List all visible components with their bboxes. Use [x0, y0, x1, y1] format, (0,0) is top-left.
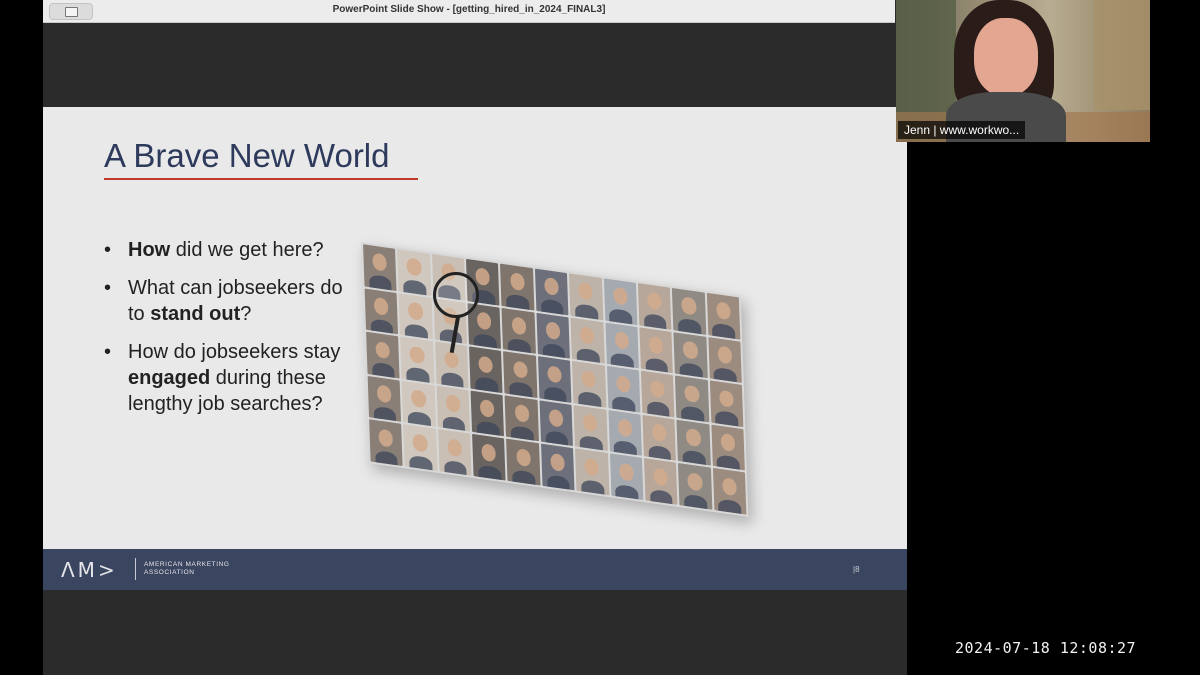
face-tile [642, 414, 677, 462]
faces-collage-image [361, 242, 749, 517]
face-tile [472, 434, 506, 481]
face-tile [437, 429, 472, 476]
window-title: PowerPoint Slide Show - [getting_hired_i… [332, 4, 606, 15]
bullet-item: • How did we get here? [104, 239, 324, 261]
face-tile [506, 439, 541, 486]
magnifying-glass-icon [433, 272, 479, 318]
slide-title: A Brave New World [104, 137, 390, 174]
face-tile [536, 312, 571, 359]
slide-footer: ΛM> AMERICAN MARKETING ASSOCIATION |8 [43, 549, 907, 590]
face-tile [539, 400, 574, 447]
slide-page-number: |8 [853, 565, 860, 574]
face-tile [672, 287, 706, 335]
logo-divider [135, 558, 136, 580]
face-tile [537, 356, 572, 403]
face-tile [708, 336, 742, 384]
participant-name-label: Jenn | www.workwo... [898, 121, 1026, 139]
face-tile [534, 268, 569, 315]
face-tile [500, 263, 535, 311]
face-tile [604, 322, 639, 369]
face-tile [436, 385, 471, 432]
face-tile [397, 249, 432, 296]
face-tile [572, 361, 606, 408]
face-tile [608, 409, 642, 457]
face-tile [609, 453, 644, 501]
bullet-item: • What can jobseekers do to stand out? [104, 277, 343, 325]
face-tile [470, 390, 505, 437]
letterbox-bottom [43, 590, 907, 675]
face-tile [573, 404, 608, 452]
face-tile [709, 380, 744, 427]
participant-face [974, 18, 1038, 96]
slideshow-window: PowerPoint Slide Show - [getting_hired_i… [43, 0, 907, 675]
window-titlebar[interactable]: PowerPoint Slide Show - [getting_hired_i… [43, 0, 895, 23]
title-underline [104, 178, 418, 180]
face-tile [503, 351, 538, 398]
slide[interactable]: A Brave New World • How did we get here? … [43, 107, 907, 549]
face-tile [363, 244, 397, 291]
letterbox-top [43, 23, 907, 107]
bullet-list: • How did we get here? • What can jobseeke… [104, 237, 354, 429]
face-tile [706, 292, 741, 340]
face-tile [637, 283, 672, 330]
face-tile [401, 380, 436, 428]
face-tile [505, 395, 539, 442]
face-tile [400, 336, 435, 384]
face-tile [364, 288, 399, 335]
webcam-video-tile[interactable]: Jenn | www.workwo... [896, 0, 1150, 142]
ama-logo: ΛM> [61, 558, 118, 582]
face-tile [575, 448, 609, 496]
face-tile [398, 292, 433, 340]
face-tile [469, 346, 503, 393]
recording-timestamp: 2024-07-18 12:08:27 [955, 639, 1137, 657]
face-tile [366, 331, 400, 379]
bookshelf [1094, 0, 1150, 110]
face-tile [403, 424, 438, 471]
bullet-item: • How do jobseekers stay engaged during t… [104, 341, 341, 415]
face-tile [603, 278, 638, 325]
face-tile [639, 326, 674, 374]
face-tile [712, 468, 747, 515]
face-tile [569, 273, 603, 320]
face-tile [678, 463, 713, 510]
face-tile [570, 317, 605, 364]
face-tile [606, 365, 641, 413]
face-tile [676, 419, 711, 466]
face-tile [369, 419, 403, 467]
face-tile [675, 375, 709, 423]
face-tile [540, 443, 575, 491]
face-tile [643, 458, 678, 505]
face-tile [501, 307, 536, 354]
face-tile [640, 370, 675, 418]
org-name: AMERICAN MARKETING ASSOCIATION [144, 561, 230, 576]
face-tile [711, 424, 745, 471]
face-tile [673, 331, 708, 379]
face-tile [367, 375, 402, 423]
